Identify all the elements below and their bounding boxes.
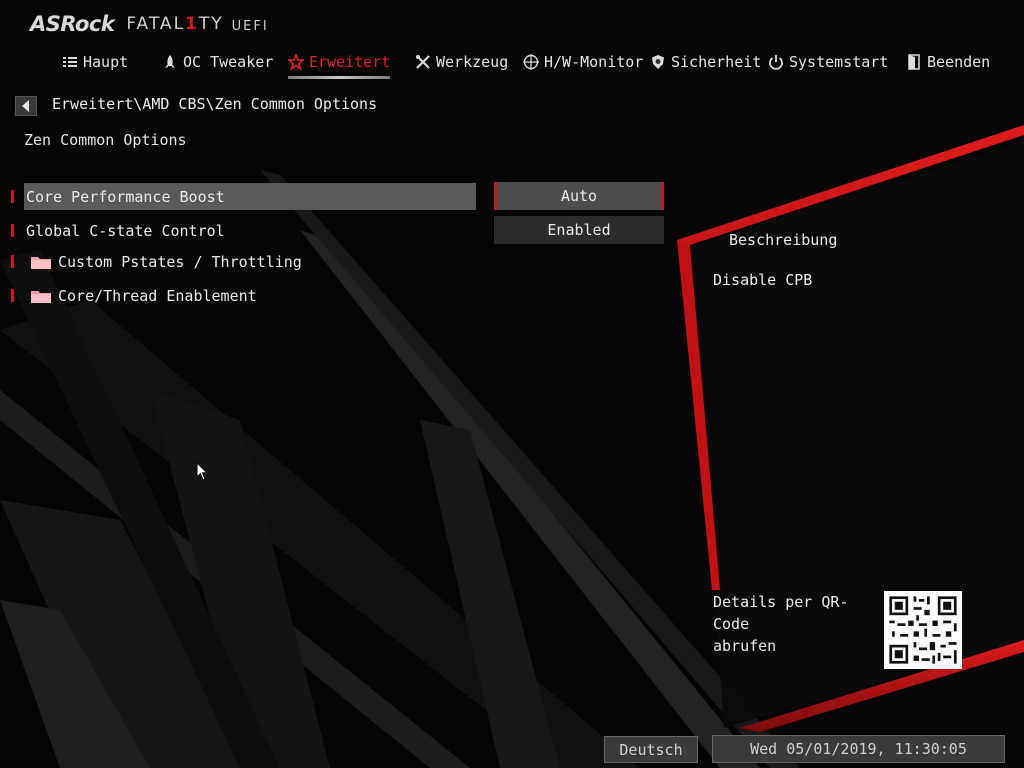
- tab-werkzeug[interactable]: Werkzeug: [415, 50, 508, 74]
- breadcrumb: Erweitert\AMD CBS\Zen Common Options: [52, 95, 378, 113]
- target-icon: [523, 54, 539, 70]
- exit-door-icon: [908, 54, 920, 70]
- setting-global-c-state-control[interactable]: Global C-state Control: [11, 217, 476, 244]
- qr-code-caption: Details per QR-Code abrufen: [713, 591, 878, 657]
- folder-icon: [31, 290, 51, 303]
- tab-label: OC Tweaker: [183, 53, 274, 71]
- tab-label: Haupt: [83, 53, 129, 71]
- setting-core-performance-boost[interactable]: Core Performance Boost: [11, 183, 476, 210]
- tab-label: Beenden: [927, 53, 991, 71]
- tab-sicherheit[interactable]: Sicherheit: [650, 50, 761, 74]
- brand-logo: ASRock FATAL1TY UEFI: [30, 10, 269, 38]
- tab-label: Systemstart: [789, 53, 889, 71]
- folder-icon: [31, 256, 51, 269]
- value-global-c-state-control[interactable]: Enabled: [494, 216, 664, 244]
- tab-haupt[interactable]: Haupt: [62, 50, 128, 74]
- list-icon: [63, 57, 77, 67]
- tab-label: Sicherheit: [671, 53, 762, 71]
- language-button[interactable]: Deutsch: [604, 736, 698, 763]
- wrench-icon: [416, 55, 430, 69]
- row-marker: [11, 224, 14, 237]
- uefi-label: UEFI: [231, 18, 269, 34]
- row-marker: [11, 289, 14, 302]
- qr-caption-line: Details per QR-Code: [713, 593, 849, 633]
- tab-label: H/W-Monitor: [544, 53, 644, 71]
- row-marker: [11, 190, 14, 203]
- value-core-performance-boost[interactable]: Auto: [494, 182, 664, 210]
- datetime-display: Wed 05/01/2019, 11:30:05: [712, 735, 1005, 763]
- tab-systemstart[interactable]: Systemstart: [768, 50, 888, 74]
- submenu-custom-pstates[interactable]: Custom Pstates / Throttling: [11, 248, 476, 275]
- tab-label: Erweitert: [309, 53, 391, 71]
- submenu-label: Custom Pstates / Throttling: [58, 252, 302, 271]
- fatality-logo: FATAL1TY: [126, 14, 224, 34]
- star-icon: [288, 54, 304, 70]
- qr-code: [884, 591, 962, 669]
- tab-beenden[interactable]: Beenden: [906, 50, 990, 74]
- power-icon: [769, 55, 783, 70]
- page-title: Zen Common Options: [24, 131, 187, 149]
- asrock-logo: ASRock: [30, 12, 115, 36]
- tab-hw-monitor[interactable]: H/W-Monitor: [523, 50, 643, 74]
- description-heading: Beschreibung: [729, 231, 838, 249]
- chevron-left-icon: [22, 100, 29, 112]
- setting-label: Global C-state Control: [26, 221, 225, 240]
- tab-label: Werkzeug: [436, 53, 509, 71]
- tab-oc-tweaker[interactable]: OC Tweaker: [162, 50, 273, 74]
- shield-icon: [652, 55, 664, 69]
- active-tab-indicator: [288, 76, 391, 79]
- description-text: Disable CPB: [713, 271, 813, 289]
- back-button[interactable]: [15, 96, 37, 116]
- submenu-label: Core/Thread Enablement: [58, 286, 257, 305]
- row-marker: [11, 255, 14, 268]
- qr-caption-line: abrufen: [713, 637, 777, 655]
- submenu-core-thread-enablement[interactable]: Core/Thread Enablement: [11, 282, 476, 309]
- setting-label: Core Performance Boost: [26, 187, 225, 206]
- rocket-icon: [165, 55, 175, 68]
- tab-erweitert[interactable]: Erweitert: [288, 50, 391, 79]
- mouse-cursor-icon: [196, 462, 209, 481]
